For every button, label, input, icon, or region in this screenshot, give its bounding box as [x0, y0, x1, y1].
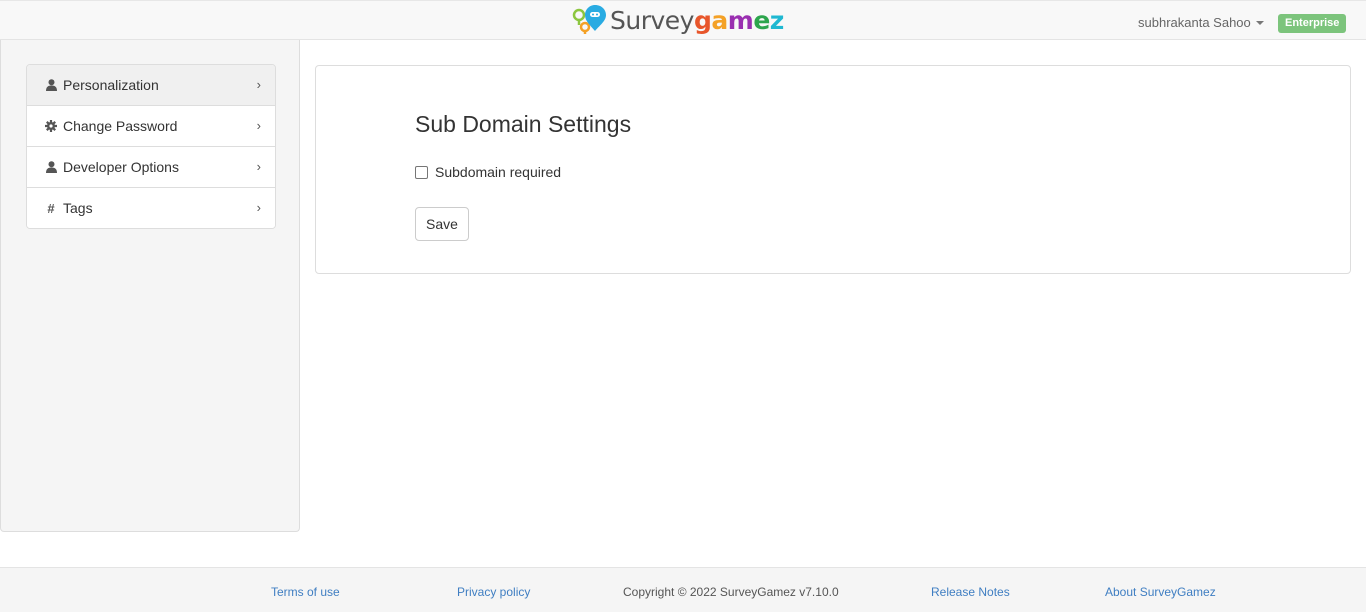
- surveygamez-logo[interactable]: Survey gamez: [572, 3, 784, 37]
- hash-icon: #: [47, 200, 55, 216]
- terms-of-use-link[interactable]: Terms of use: [271, 585, 340, 599]
- user-dropdown[interactable]: subhrakanta Sahoo: [1138, 15, 1264, 30]
- save-button[interactable]: Save: [415, 207, 469, 241]
- checkbox-label: Subdomain required: [435, 164, 562, 180]
- footer: Terms of use Privacy policy Copyright © …: [0, 567, 1366, 612]
- chevron-right-icon: ›: [256, 118, 261, 133]
- sidebar-item-change-password[interactable]: Change Password ›: [27, 105, 275, 146]
- release-notes-link[interactable]: Release Notes: [931, 585, 1010, 599]
- sidebar-item-label: Change Password: [63, 118, 178, 134]
- page-title: Sub Domain Settings: [415, 111, 632, 137]
- sidebar-item-developer-options[interactable]: Developer Options ›: [27, 146, 275, 187]
- sidebar-item-label: Tags: [63, 200, 93, 216]
- sidebar-item-label: Developer Options: [63, 159, 179, 175]
- privacy-policy-link[interactable]: Privacy policy: [457, 585, 530, 599]
- user-name: subhrakanta Sahoo: [1138, 15, 1251, 30]
- caret-down-icon: [1255, 21, 1264, 25]
- chevron-right-icon: ›: [256, 77, 261, 92]
- logo-pins-icon: [572, 5, 606, 34]
- top-navbar: Survey gamez subhrakanta Sahoo Enterpris…: [0, 0, 1366, 40]
- logo-survey-text: Survey: [610, 5, 694, 35]
- subdomain-required-row[interactable]: Subdomain required: [415, 164, 561, 180]
- subdomain-settings-panel: Sub Domain Settings Subdomain required S…: [315, 65, 1351, 274]
- user-icon: [45, 78, 57, 92]
- sidebar-item-tags[interactable]: # Tags ›: [27, 187, 275, 228]
- about-link[interactable]: About SurveyGamez: [1105, 585, 1216, 599]
- plan-badge: Enterprise: [1278, 14, 1347, 33]
- copyright-text: Copyright © 2022 SurveyGamez v7.10.0: [623, 585, 839, 599]
- user-icon: [45, 160, 57, 174]
- chevron-right-icon: ›: [256, 159, 261, 174]
- sidebar: Personalization › Change Password › Deve…: [0, 40, 300, 532]
- sidebar-item-personalization[interactable]: Personalization ›: [27, 65, 275, 105]
- subdomain-required-checkbox[interactable]: [415, 165, 428, 179]
- chevron-right-icon: ›: [256, 200, 261, 215]
- settings-menu: Personalization › Change Password › Deve…: [26, 64, 276, 229]
- logo-gamez-text: gamez: [693, 5, 784, 35]
- sidebar-item-label: Personalization: [63, 77, 159, 93]
- gear-icon: [45, 119, 57, 133]
